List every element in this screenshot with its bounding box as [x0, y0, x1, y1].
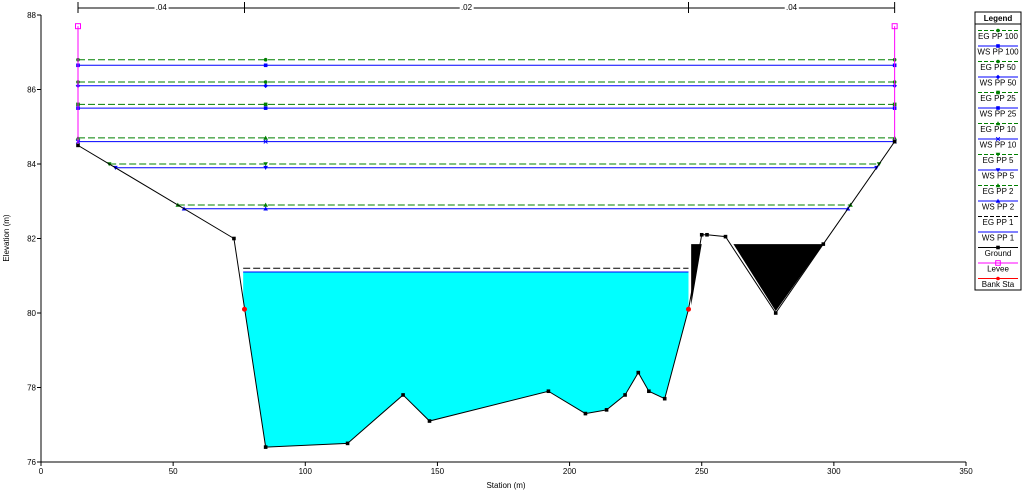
legend-entry-label: Levee — [987, 265, 1009, 274]
ground-point — [604, 408, 609, 412]
ground-point — [76, 143, 80, 148]
water-fill — [243, 272, 689, 448]
x-tick-label: 350 — [959, 467, 973, 476]
legend-entry-label: Ground — [985, 249, 1012, 258]
y-axis-title: Elevation (m) — [2, 214, 11, 261]
legend-entry-label: WS PP 50 — [980, 79, 1017, 88]
ground-point — [647, 389, 651, 394]
x-tick-label: 250 — [695, 467, 709, 476]
manning-n-label: .04 — [156, 3, 168, 12]
ground-point — [232, 236, 236, 241]
legend-title: Legend — [984, 14, 1013, 23]
ground-point — [662, 396, 667, 401]
bank-station-marker — [242, 306, 247, 312]
ground-point — [723, 234, 728, 239]
manning-n-label: .02 — [461, 3, 473, 12]
profile-marker — [263, 80, 268, 84]
ground-point — [546, 389, 551, 394]
legend-entry-label: EG PP 2 — [983, 187, 1015, 196]
ground-point — [623, 393, 627, 397]
ground-point — [821, 242, 826, 246]
legend-entry-label: EG PP 100 — [978, 32, 1018, 41]
y-tick-label: 82 — [27, 235, 36, 244]
profile-marker — [263, 106, 268, 110]
x-tick-label: 0 — [39, 467, 44, 476]
legend-entry-label: WS PP 5 — [982, 172, 1015, 181]
legend-entry-label: EG PP 1 — [983, 218, 1015, 227]
y-tick-label: 76 — [27, 458, 36, 467]
x-tick-label: 200 — [563, 467, 577, 476]
profile-marker — [263, 83, 268, 89]
ground-point — [583, 411, 588, 416]
legend: Legend EG PP 100 WS PP 100 EG PP 50 WS PP 5… — [974, 11, 1022, 291]
ineffective-area-block — [733, 244, 824, 312]
plot-area — [75, 23, 898, 449]
y-tick-label: 84 — [27, 160, 36, 169]
ground-point — [705, 232, 709, 237]
legend-entry-label: EG PP 5 — [983, 156, 1015, 165]
y-tick-label: 86 — [27, 86, 36, 95]
bank-station-marker — [686, 306, 691, 312]
profile-marker — [263, 57, 268, 62]
cross-section-chart: Station (m) Elevation (m) .04 .02 .04 0 50 10… — [2, 1, 1022, 490]
legend-entry-label: WS PP 2 — [982, 203, 1015, 212]
profile-marker — [263, 63, 268, 68]
legend-entry-label: WS PP 10 — [980, 141, 1017, 150]
ground-point — [773, 311, 778, 315]
ground-point — [345, 441, 350, 446]
legend-entry-label: WS PP 100 — [977, 48, 1019, 57]
axes: Station (m) Elevation (m) .04 .02 .04 0 50 10… — [2, 1, 973, 490]
y-tick-label: 88 — [27, 11, 36, 20]
legend-entry-label: WS PP 25 — [980, 110, 1017, 119]
legend-entry-label: EG PP 50 — [980, 63, 1016, 72]
legend-entry-label: WS PP 1 — [982, 234, 1015, 243]
profile-marker — [263, 102, 268, 107]
ground-point — [699, 232, 704, 237]
y-tick-label: 78 — [27, 384, 36, 393]
legend-entry-label: Bank Sta — [982, 280, 1015, 289]
ground-point — [892, 139, 897, 144]
ground-point — [401, 393, 405, 397]
legend-entry-label: EG PP 10 — [980, 125, 1016, 134]
x-tick-label: 150 — [431, 467, 445, 476]
manning-n-label: .04 — [786, 3, 798, 12]
ground-point — [427, 419, 432, 423]
x-axis-title: Station (m) — [486, 481, 525, 490]
x-tick-label: 50 — [169, 467, 178, 476]
x-tick-label: 100 — [299, 467, 313, 476]
y-tick-label: 80 — [27, 309, 36, 318]
ineffective-area-block — [691, 244, 702, 306]
legend-entry-label: EG PP 25 — [980, 94, 1016, 103]
ground-point — [636, 370, 641, 375]
ground-point — [263, 445, 268, 449]
x-tick-label: 300 — [827, 467, 841, 476]
